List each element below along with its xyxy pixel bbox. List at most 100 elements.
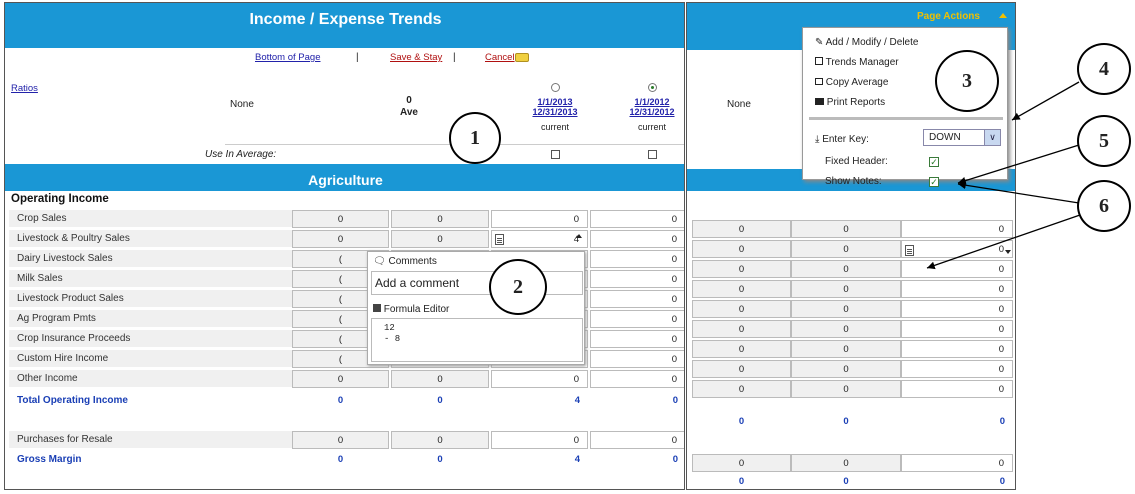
fixed-header-checkbox[interactable]: ✓ (929, 157, 939, 167)
right-row-value[interactable]: 0 (901, 240, 1013, 258)
bottom-of-page-link[interactable]: Bottom of Page (255, 52, 320, 63)
income-row-value[interactable]: 0 (590, 230, 684, 248)
column-2013-start-link[interactable]: 1/1/2013 (525, 97, 585, 107)
right-row-value[interactable]: 0 (901, 280, 1013, 298)
income-row-value: 0 (292, 230, 389, 248)
column-2012-radio[interactable] (647, 83, 657, 92)
income-row-value[interactable]: 0 (590, 210, 684, 228)
formula-line: - 8 (384, 334, 401, 344)
column-none-label: None (727, 99, 751, 110)
note-icon[interactable] (495, 234, 504, 245)
formula-input[interactable]: 12 - 8 (371, 318, 583, 362)
right-row-value[interactable]: 0 (901, 220, 1013, 238)
income-row-label: Crop Insurance Proceeds (17, 333, 131, 344)
enter-key-setting: ⤓ Enter Key: (815, 133, 869, 147)
menu-item-trends-manager[interactable]: Trends Manager (815, 56, 899, 70)
save-stay-link[interactable]: Save & Stay (390, 52, 442, 63)
comments-header: 🗨 Comments (373, 256, 437, 267)
income-row-value[interactable]: 0 (491, 210, 588, 228)
menu-item-add-modify-delete[interactable]: ✎ Add / Modify / Delete (815, 36, 918, 50)
income-row-value[interactable]: 0 (590, 310, 684, 328)
left-panel: Income / Expense Trends Bottom of Page |… (4, 2, 685, 490)
formula-editor-label: Formula Editor (383, 304, 450, 315)
right-row-value: 0 (692, 340, 791, 358)
section-header: Agriculture (5, 169, 684, 191)
right-row-value: 0 (791, 380, 901, 398)
column-average-label: 0 Ave (400, 95, 418, 119)
ratios-link[interactable]: Ratios (11, 83, 38, 94)
right-row-value[interactable]: 0 (901, 380, 1013, 398)
caret-down-icon (1005, 250, 1011, 254)
income-row-label: Milk Sales (17, 273, 63, 284)
show-notes-checkbox[interactable]: ✓ (929, 177, 939, 187)
right-purchases-value: 0 (692, 454, 791, 472)
right-total-value: 0 (999, 416, 1005, 427)
right-row-value: 0 (791, 340, 901, 358)
right-row-value: 0 (791, 240, 901, 258)
right-gross-value: 0 (738, 476, 745, 487)
menu-item-copy-average[interactable]: Copy Average (815, 76, 888, 90)
right-row-value[interactable]: 0 (901, 260, 1013, 278)
right-row-value: 0 (692, 380, 791, 398)
right-row-value: 0 (692, 280, 791, 298)
menu-item-print-reports[interactable]: Print Reports (815, 96, 885, 110)
income-row-value[interactable]: 4 (491, 230, 588, 248)
chevron-up-icon (999, 13, 1007, 18)
column-2013-end-link[interactable]: 12/31/2013 (525, 107, 585, 117)
right-row-value: 0 (692, 360, 791, 378)
column-2013-radio[interactable] (550, 83, 560, 92)
right-purchases-value[interactable]: 0 (901, 454, 1013, 472)
comments-label: Comments (388, 256, 437, 267)
use-in-average-2012-checkbox[interactable] (648, 150, 657, 159)
right-row-value[interactable]: 0 (901, 320, 1013, 338)
use-in-average-2013-checkbox[interactable] (551, 150, 560, 159)
gross-margin-value: 0 (672, 454, 678, 465)
formula-editor-header: Formula Editor (373, 304, 449, 315)
caret-up-icon (576, 234, 582, 238)
page-actions-menu-button[interactable]: Page Actions (917, 11, 980, 22)
right-row-value: 0 (791, 220, 901, 238)
income-row-value[interactable]: 0 (590, 270, 684, 288)
purchases-for-resale-value[interactable]: 0 (590, 431, 684, 449)
average-partial-label: Ave (400, 107, 418, 118)
income-row-value[interactable]: 0 (590, 290, 684, 308)
menu-item-label: Print Reports (826, 97, 886, 108)
use-in-average-label: Use In Average: (205, 149, 277, 160)
right-row-value: 0 (692, 220, 791, 238)
callout-4: 4 (1077, 43, 1131, 95)
income-row-value: 0 (391, 230, 489, 248)
note-icon[interactable] (905, 245, 914, 256)
column-2013-status: current (540, 122, 569, 132)
total-operating-income-label: Total Operating Income (17, 395, 128, 406)
toolbar-separator: | (453, 52, 456, 63)
right-total-value: 0 (738, 416, 745, 427)
page-title: Income / Expense Trends (5, 3, 684, 36)
comment-input[interactable]: Add a comment (371, 271, 583, 295)
income-row-label: Livestock Product Sales (17, 293, 124, 304)
right-row-value[interactable]: 0 (901, 360, 1013, 378)
enter-key-select[interactable]: DOWN ∨ (923, 129, 1001, 146)
income-row-value[interactable]: 0 (491, 370, 588, 388)
column-2012-start-link[interactable]: 1/1/2012 (622, 97, 682, 107)
right-row-value[interactable]: 0 (901, 300, 1013, 318)
cancel-link[interactable]: Cancel (485, 52, 515, 63)
total-operating-income-value: 0 (672, 395, 678, 406)
column-2012-status: current (637, 122, 666, 132)
column-2012-end-link[interactable]: 12/31/2012 (622, 107, 682, 117)
income-row-value[interactable]: 0 (590, 370, 684, 388)
comment-icon: 🗨 (373, 256, 386, 267)
right-gross-value: 0 (999, 476, 1005, 487)
right-row-value[interactable]: 0 (901, 340, 1013, 358)
show-notes-setting: Show Notes: (825, 176, 882, 187)
income-row-value[interactable]: 0 (590, 250, 684, 268)
column-2012: 1/1/2012 12/31/2012 current (622, 83, 682, 132)
income-row-value[interactable]: 0 (590, 350, 684, 368)
purchases-for-resale-value[interactable]: 0 (491, 431, 588, 449)
pencil-icon: ✎ (815, 37, 824, 48)
formula-line: 12 (384, 323, 395, 333)
download-icon: ⤓ (815, 134, 820, 145)
cancel-icon[interactable] (515, 53, 529, 62)
income-row-value[interactable]: 0 (590, 330, 684, 348)
right-row-value: 0 (791, 360, 901, 378)
income-row-label: Dairy Livestock Sales (17, 253, 113, 264)
